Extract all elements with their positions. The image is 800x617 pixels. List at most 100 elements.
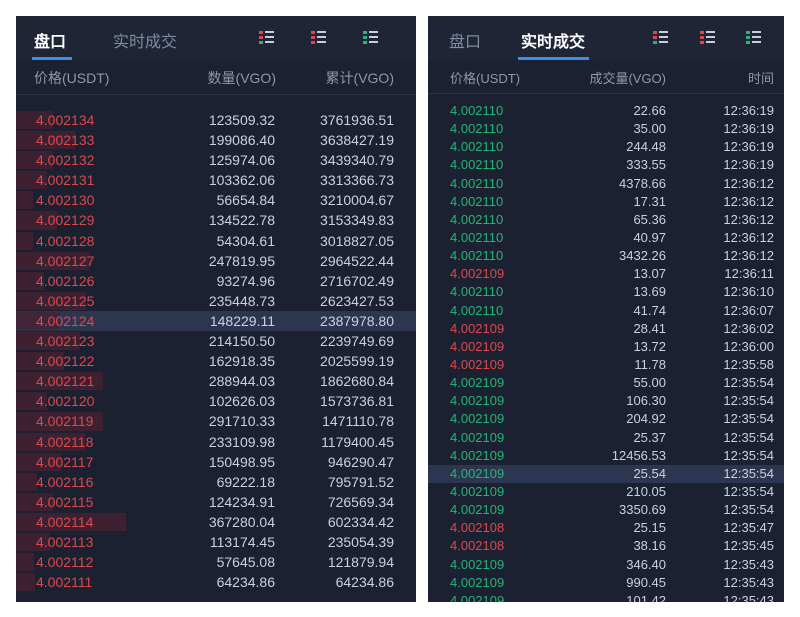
volume-cell: 25.15	[633, 520, 666, 536]
trade-row[interactable]: 4.002109 3350.69 12:35:54	[428, 501, 784, 519]
time-cell: 12:35:43	[723, 592, 774, 602]
time-cell: 12:35:54	[723, 393, 774, 409]
orderbook-row[interactable]: 4.002131 103362.06 3313366.73	[16, 170, 416, 190]
volume-cell: 25.54	[633, 465, 666, 481]
orderbook-both-icon[interactable]	[653, 31, 668, 44]
time-cell: 12:35:47	[723, 520, 774, 536]
volume-cell: 35.00	[633, 121, 666, 137]
orderbook-both-icon[interactable]	[259, 31, 274, 44]
price-cell: 4.002109	[450, 375, 505, 391]
time-cell: 12:36:19	[723, 157, 774, 173]
orderbook-panel: 盘口 实时成交 价格(USDT) 数量(VGO) 累计(VGO) 4.00213…	[16, 16, 416, 602]
trade-row[interactable]: 4.002110 22.66 12:36:19	[428, 102, 784, 120]
orderbook-sell-icon[interactable]	[311, 31, 326, 44]
trade-row[interactable]: 4.002109 25.37 12:35:54	[428, 429, 784, 447]
orderbook-row[interactable]: 4.002118 233109.98 1179400.45	[16, 432, 416, 452]
orderbook-row[interactable]: 4.002132 125974.06 3439340.79	[16, 150, 416, 170]
trade-row[interactable]: 4.002110 40.97 12:36:12	[428, 229, 784, 247]
col-volume: 成交量(VGO)	[589, 71, 666, 86]
orderbook-row[interactable]: 4.002111 64234.86 64234.86	[16, 572, 416, 592]
trade-row[interactable]: 4.002110 41.74 12:36:07	[428, 302, 784, 320]
orderbook-row[interactable]: 4.002113 113174.45 235054.39	[16, 532, 416, 552]
tab-orderbook[interactable]: 盘口	[449, 28, 481, 52]
cumulative-cell: 3153349.83	[320, 212, 394, 229]
tab-trades[interactable]: 实时成交	[521, 28, 585, 52]
cumulative-cell: 235054.39	[327, 533, 394, 550]
cumulative-cell: 121879.94	[327, 554, 394, 571]
price-cell: 4.002109	[450, 502, 505, 518]
orderbook-row[interactable]: 4.002134 123509.32 3761936.51	[16, 110, 416, 130]
orderbook-row[interactable]: 4.002133 199086.40 3638427.19	[16, 130, 416, 150]
trade-row[interactable]: 4.002110 333.55 12:36:19	[428, 156, 784, 174]
orderbook-row[interactable]: 4.002129 134522.78 3153349.83	[16, 210, 416, 230]
price-cell: 4.002119	[36, 413, 94, 430]
orderbook-row[interactable]: 4.002114 367280.04 602334.42	[16, 512, 416, 532]
price-cell: 4.002120	[36, 393, 95, 410]
time-cell: 12:36:19	[723, 121, 774, 137]
trade-row[interactable]: 4.002109 11.78 12:35:58	[428, 356, 784, 374]
col-price: 价格(USDT)	[450, 71, 521, 86]
orderbook-row[interactable]: 4.002125 235448.73 2623427.53	[16, 291, 416, 311]
cumulative-cell: 2964522.44	[320, 252, 394, 269]
trade-row[interactable]: 4.002109 55.00 12:35:54	[428, 374, 784, 392]
orderbook-row[interactable]: 4.002119 291710.33 1471110.78	[16, 411, 416, 431]
trade-row[interactable]: 4.002109 13.07 12:36:11	[428, 265, 784, 283]
cumulative-cell: 795791.52	[327, 473, 394, 490]
orderbook-row[interactable]: 4.002112 57645.08 121879.94	[16, 552, 416, 572]
orderbook-buy-icon[interactable]	[746, 31, 761, 44]
trade-row[interactable]: 4.002110 244.48 12:36:19	[428, 138, 784, 156]
price-cell: 4.002116	[36, 473, 94, 490]
trade-row[interactable]: 4.002110 13.69 12:36:10	[428, 283, 784, 301]
orderbook-row[interactable]: 4.002123 214150.50 2239749.69	[16, 331, 416, 351]
volume-cell: 210.05	[626, 483, 666, 499]
cumulative-cell: 726569.34	[327, 493, 394, 510]
orderbook-sell-icon[interactable]	[700, 31, 715, 44]
orderbook-row[interactable]: 4.002115 124234.91 726569.34	[16, 492, 416, 512]
orderbook-row[interactable]: 4.002121 288944.03 1862680.84	[16, 371, 416, 391]
trade-row[interactable]: 4.002109 28.41 12:36:02	[428, 320, 784, 338]
price-cell: 4.002110	[450, 229, 504, 245]
orderbook-row[interactable]: 4.002130 56654.84 3210004.67	[16, 190, 416, 210]
trade-row[interactable]: 4.002110 3432.26 12:36:12	[428, 247, 784, 265]
quantity-cell: 367280.04	[208, 513, 275, 530]
trade-row[interactable]: 4.002110 4378.66 12:36:12	[428, 175, 784, 193]
orderbook-row[interactable]: 4.002117 150498.95 946290.47	[16, 452, 416, 472]
trade-row[interactable]: 4.002109 204.92 12:35:54	[428, 410, 784, 428]
trade-row[interactable]: 4.002108 38.16 12:35:45	[428, 537, 784, 555]
trade-row[interactable]: 4.002109 346.40 12:35:43	[428, 556, 784, 574]
tab-orderbook[interactable]: 盘口	[34, 28, 66, 52]
quantity-cell: 235448.73	[208, 292, 275, 309]
trade-row[interactable]: 4.002109 25.54 12:35:54	[428, 464, 784, 483]
trade-row[interactable]: 4.002108 25.15 12:35:47	[428, 519, 784, 537]
orderbook-row[interactable]: 4.002122 162918.35 2025599.19	[16, 351, 416, 371]
time-cell: 12:36:11	[724, 266, 774, 282]
trade-row[interactable]: 4.002109 106.30 12:35:54	[428, 392, 784, 410]
price-cell: 4.002110	[450, 284, 504, 300]
quantity-cell: 148229.11	[209, 312, 275, 329]
trade-row[interactable]: 4.002109 12456.53 12:35:54	[428, 447, 784, 465]
tab-trades[interactable]: 实时成交	[113, 28, 177, 52]
orderbook-row[interactable]: 4.002127 247819.95 2964522.44	[16, 251, 416, 271]
col-cumulative: 累计(VGO)	[325, 70, 394, 86]
orderbook-row[interactable]: 4.002128 54304.61 3018827.05	[16, 231, 416, 251]
orderbook-buy-icon[interactable]	[363, 31, 378, 44]
trade-row[interactable]: 4.002110 65.36 12:36:12	[428, 211, 784, 229]
orderbook-row[interactable]: 4.002124 148229.11 2387978.80	[16, 310, 416, 332]
time-cell: 12:35:54	[723, 465, 774, 481]
time-cell: 12:36:07	[723, 302, 774, 318]
trade-row[interactable]: 4.002109 990.45 12:35:43	[428, 574, 784, 592]
orderbook-row[interactable]: 4.002120 102626.03 1573736.81	[16, 391, 416, 411]
cumulative-cell: 2025599.19	[320, 353, 394, 370]
trade-row[interactable]: 4.002110 35.00 12:36:19	[428, 120, 784, 138]
trade-row[interactable]: 4.002109 101.42 12:35:43	[428, 592, 784, 602]
trade-row[interactable]: 4.002110 17.31 12:36:12	[428, 193, 784, 211]
volume-cell: 13.07	[633, 266, 666, 282]
volume-cell: 3350.69	[619, 502, 666, 518]
orderbook-row[interactable]: 4.002126 93274.96 2716702.49	[16, 271, 416, 291]
cumulative-cell: 2387978.80	[320, 312, 394, 329]
trade-row[interactable]: 4.002109 210.05 12:35:54	[428, 483, 784, 501]
price-cell: 4.002110	[450, 193, 504, 209]
depth-bar	[16, 573, 35, 592]
trade-row[interactable]: 4.002109 13.72 12:36:00	[428, 338, 784, 356]
orderbook-row[interactable]: 4.002116 69222.18 795791.52	[16, 472, 416, 492]
